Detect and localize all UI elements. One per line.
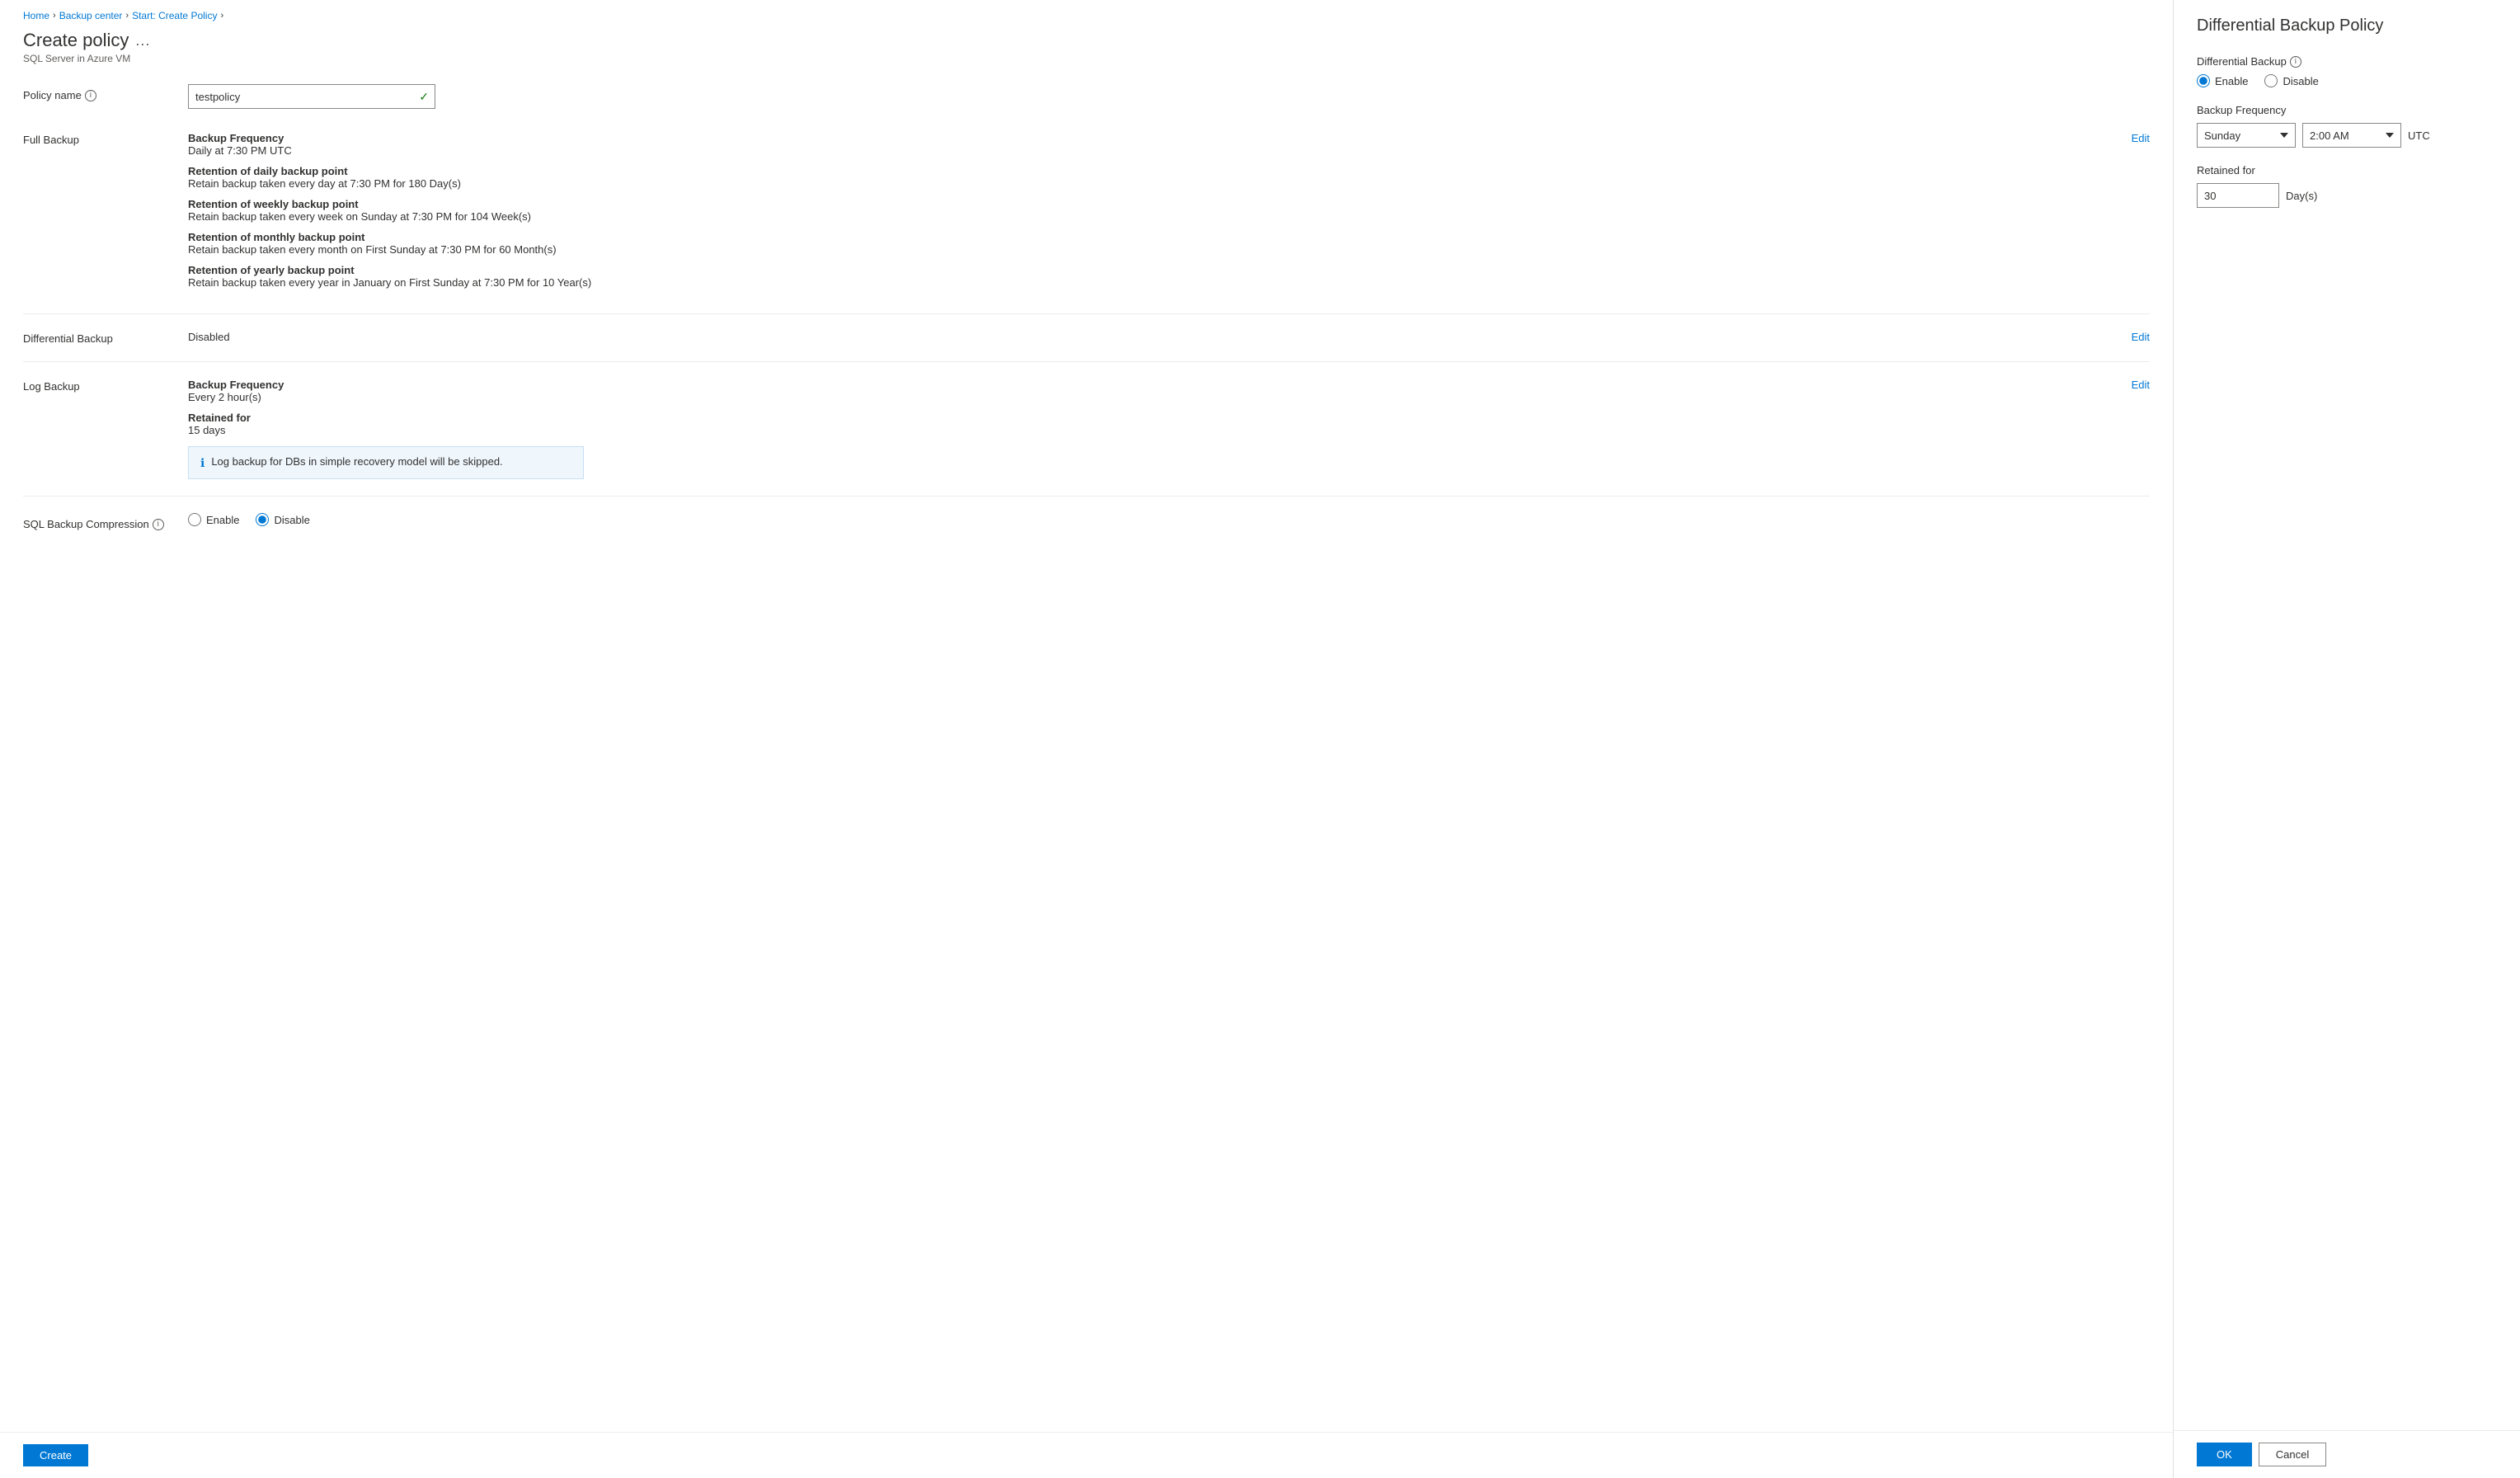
ok-button[interactable]: OK	[2197, 1443, 2252, 1466]
policy-name-row: Policy name i ✓	[23, 84, 2150, 109]
sql-backup-compression-radio-group: Enable Disable	[188, 513, 2150, 526]
sql-backup-compression-disable[interactable]: Disable	[256, 513, 309, 526]
more-options-icon[interactable]: ...	[135, 32, 150, 49]
right-backup-frequency-day-select[interactable]: Sunday Monday Tuesday Wednesday Thursday…	[2197, 123, 2296, 148]
full-backup-retention-daily-value: Retain backup taken every day at 7:30 PM…	[188, 177, 2122, 190]
right-backup-frequency-dropdowns: Sunday Monday Tuesday Wednesday Thursday…	[2197, 123, 2497, 148]
log-backup-retained-row: Retained for 15 days	[188, 412, 2122, 436]
sql-backup-compression-content: Enable Disable	[188, 513, 2150, 526]
full-backup-retention-daily-title: Retention of daily backup point	[188, 165, 2122, 177]
right-backup-frequency-time-select[interactable]: 12:00 AM 1:00 AM 2:00 AM 3:00 AM 4:00 AM…	[2302, 123, 2401, 148]
right-retained-for-input[interactable]	[2197, 183, 2279, 208]
full-backup-retention-monthly-row: Retention of monthly backup point Retain…	[188, 231, 2122, 256]
full-backup-retention-weekly-row: Retention of weekly backup point Retain …	[188, 198, 2122, 223]
bottom-bar-left: Create	[0, 1432, 2173, 1478]
right-differential-backup-disable[interactable]: Disable	[2264, 74, 2318, 87]
page-title: Create policy	[23, 30, 129, 51]
right-panel-title: Differential Backup Policy	[2197, 16, 2497, 35]
policy-name-input[interactable]	[188, 84, 435, 109]
right-retained-for-row: Retained for Day(s)	[2197, 164, 2497, 208]
right-backup-frequency-row: Backup Frequency Sunday Monday Tuesday W…	[2197, 104, 2497, 148]
breadcrumb-backup-center[interactable]: Backup center	[59, 10, 123, 21]
full-backup-frequency-title: Backup Frequency	[188, 132, 2122, 144]
full-backup-frequency-row: Backup Frequency Daily at 7:30 PM UTC	[188, 132, 2122, 157]
full-backup-retention-weekly-value: Retain backup taken every week on Sunday…	[188, 210, 2122, 223]
breadcrumb-home[interactable]: Home	[23, 10, 49, 21]
log-backup-retained-value: 15 days	[188, 424, 2122, 436]
differential-backup-status: Disabled	[188, 331, 230, 343]
log-backup-frequency-title: Backup Frequency	[188, 379, 2122, 391]
log-backup-info-text: Log backup for DBs in simple recovery mo…	[211, 455, 502, 468]
breadcrumb-sep1: ›	[53, 11, 56, 21]
full-backup-label: Full Backup	[23, 132, 188, 146]
right-differential-backup-enable-radio[interactable]	[2197, 74, 2210, 87]
right-differential-backup-enable-label: Enable	[2215, 75, 2248, 87]
cancel-button[interactable]: Cancel	[2259, 1443, 2326, 1466]
utc-label: UTC	[2408, 129, 2430, 142]
right-differential-backup-disable-label: Disable	[2283, 75, 2318, 87]
right-differential-backup-radio-group: Enable Disable	[2197, 74, 2497, 87]
differential-backup-section: Differential Backup Disabled Edit	[23, 331, 2150, 362]
right-retained-for-label: Retained for	[2197, 164, 2497, 177]
differential-backup-label: Differential Backup	[23, 331, 188, 345]
right-backup-frequency-label: Backup Frequency	[2197, 104, 2497, 116]
left-panel: Home › Backup center › Start: Create Pol…	[0, 0, 2174, 1478]
log-backup-edit-button[interactable]: Edit	[2132, 379, 2150, 391]
log-backup-frequency-value: Every 2 hour(s)	[188, 391, 2122, 403]
policy-name-content: ✓	[188, 84, 2150, 109]
sql-backup-compression-enable-label: Enable	[206, 514, 239, 526]
full-backup-edit-button[interactable]: Edit	[2132, 132, 2150, 144]
right-differential-backup-disable-radio[interactable]	[2264, 74, 2278, 87]
sql-backup-compression-disable-radio[interactable]	[256, 513, 269, 526]
log-backup-details: Backup Frequency Every 2 hour(s) Retaine…	[188, 379, 2122, 479]
create-button[interactable]: Create	[23, 1444, 88, 1466]
breadcrumb: Home › Backup center › Start: Create Pol…	[23, 10, 2150, 21]
sql-backup-compression-info-icon[interactable]: i	[153, 519, 164, 530]
right-differential-backup-row: Differential Backup i Enable Disable	[2197, 55, 2497, 87]
full-backup-section: Full Backup Backup Frequency Daily at 7:…	[23, 132, 2150, 314]
full-backup-retention-weekly-title: Retention of weekly backup point	[188, 198, 2122, 210]
sql-backup-compression-label: SQL Backup Compression i	[23, 513, 188, 530]
log-backup-retained-title: Retained for	[188, 412, 2122, 424]
sql-backup-compression-enable[interactable]: Enable	[188, 513, 239, 526]
breadcrumb-current: Start: Create Policy	[132, 10, 217, 21]
log-backup-label: Log Backup	[23, 379, 188, 393]
policy-name-label: Policy name i	[23, 84, 188, 101]
sql-backup-compression-row: SQL Backup Compression i Enable Disable	[23, 513, 2150, 530]
log-backup-section: Log Backup Backup Frequency Every 2 hour…	[23, 379, 2150, 497]
right-differential-backup-enable[interactable]: Enable	[2197, 74, 2248, 87]
right-panel: Differential Backup Policy Differential …	[2174, 0, 2520, 1478]
bottom-bar-right: OK Cancel	[2174, 1430, 2520, 1478]
right-retained-for-input-row: Day(s)	[2197, 183, 2497, 208]
full-backup-retention-monthly-value: Retain backup taken every month on First…	[188, 243, 2122, 256]
differential-backup-edit-button[interactable]: Edit	[2132, 331, 2150, 343]
right-retained-for-days-label: Day(s)	[2286, 190, 2317, 202]
page-subtitle: SQL Server in Azure VM	[23, 53, 2150, 64]
sql-backup-compression-disable-label: Disable	[274, 514, 309, 526]
full-backup-retention-yearly-value: Retain backup taken every year in Januar…	[188, 276, 2122, 289]
log-backup-info-icon: ℹ	[200, 456, 205, 470]
log-backup-frequency-row: Backup Frequency Every 2 hour(s)	[188, 379, 2122, 403]
breadcrumb-sep3: ›	[220, 11, 223, 21]
sql-backup-compression-enable-radio[interactable]	[188, 513, 201, 526]
full-backup-retention-monthly-title: Retention of monthly backup point	[188, 231, 2122, 243]
full-backup-retention-daily-row: Retention of daily backup point Retain b…	[188, 165, 2122, 190]
right-differential-backup-label: Differential Backup i	[2197, 55, 2497, 68]
breadcrumb-sep2: ›	[125, 11, 129, 21]
differential-backup-details: Disabled	[188, 331, 2122, 343]
full-backup-details: Backup Frequency Daily at 7:30 PM UTC Re…	[188, 132, 2122, 297]
full-backup-retention-yearly-row: Retention of yearly backup point Retain …	[188, 264, 2122, 289]
right-differential-backup-info-icon[interactable]: i	[2290, 56, 2301, 68]
log-backup-info-box: ℹ Log backup for DBs in simple recovery …	[188, 446, 584, 479]
policy-name-check-icon: ✓	[419, 90, 429, 104]
full-backup-frequency-value: Daily at 7:30 PM UTC	[188, 144, 2122, 157]
full-backup-retention-yearly-title: Retention of yearly backup point	[188, 264, 2122, 276]
policy-name-info-icon[interactable]: i	[85, 90, 96, 101]
